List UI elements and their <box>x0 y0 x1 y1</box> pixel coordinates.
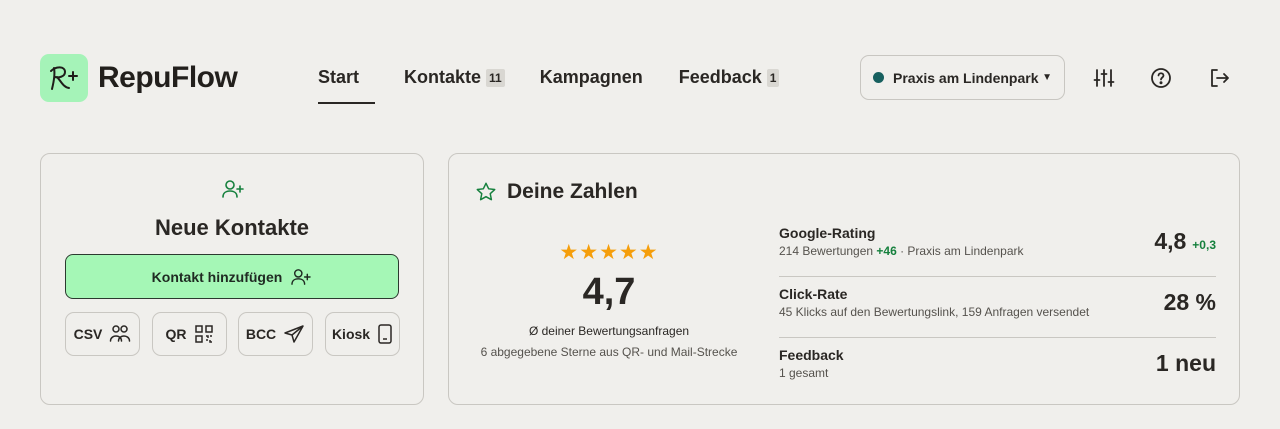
send-icon <box>284 325 304 343</box>
import-qr-button[interactable]: QR <box>152 312 227 356</box>
metrics-list: Google-Rating 214 Bewertungen +46 · Prax… <box>779 216 1216 399</box>
nav-tab-label: Kontakte <box>404 67 482 87</box>
button-label: QR <box>165 326 187 342</box>
metric-value: 1 neu <box>1156 350 1216 377</box>
count-badge: 1 <box>766 69 780 87</box>
sliders-icon[interactable] <box>1092 66 1116 90</box>
review-delta: +46 <box>876 244 897 258</box>
nav-tab-kampagnen[interactable]: Kampagnen <box>540 60 643 104</box>
tablet-icon <box>378 324 392 344</box>
button-label: CSV <box>73 326 103 342</box>
nav-tab-kontakte[interactable]: Kontakte 11 <box>404 60 505 104</box>
status-dot <box>873 72 884 83</box>
new-contacts-card: Neue Kontakte Kontakt hinzufügen CSV QR … <box>40 153 424 405</box>
script-r-sparkle-icon <box>40 54 88 102</box>
metric-sub: 1 gesamt <box>779 366 829 380</box>
stats-card: Deine Zahlen ★★★★★ 4,7 Ø deiner Bewertun… <box>448 153 1240 405</box>
nav-tab-label: Start <box>318 67 360 87</box>
card-title: Deine Zahlen <box>475 180 638 204</box>
kiosk-mode-button[interactable]: Kiosk <box>325 312 400 356</box>
practice-select[interactable]: Praxis am Lindenpark ▼ <box>860 55 1065 100</box>
metric-label: Google-Rating <box>779 225 876 241</box>
import-csv-button[interactable]: CSV <box>65 312 140 356</box>
metric-value: 28 % <box>1164 289 1216 316</box>
import-bcc-button[interactable]: BCC <box>238 312 313 356</box>
metric-google-rating: Google-Rating 214 Bewertungen +46 · Prax… <box>779 216 1216 277</box>
add-user-icon <box>221 179 245 204</box>
metric-value-text: 4,8 <box>1154 228 1187 254</box>
caret-down-icon: ▼ <box>1042 72 1052 83</box>
metric-sub-text: 214 Bewertungen <box>779 244 877 258</box>
average-rating: ★★★★★ 4,7 Ø deiner Bewertungsanfragen 6 … <box>449 241 769 360</box>
nav-tab-label: Feedback <box>678 67 762 87</box>
metric-sub: 214 Bewertungen +46 · Praxis am Lindenpa… <box>779 244 1024 258</box>
metric-sub: 45 Klicks auf den Bewertungslink, 159 An… <box>779 305 1090 319</box>
practice-select-value: Praxis am Lindenpark <box>893 69 1039 86</box>
average-sub: 6 abgegebene Sterne aus QR- und Mail-Str… <box>480 345 738 359</box>
rating-delta: +0,3 <box>1192 238 1216 252</box>
users-icon <box>110 325 131 342</box>
count-badge: 11 <box>486 69 505 87</box>
card-title: Neue Kontakte <box>154 215 310 240</box>
qr-code-icon <box>194 325 213 343</box>
metric-value-text: 28 % <box>1163 289 1216 315</box>
app-logo[interactable]: RepuFlow <box>40 54 238 102</box>
button-label: Kontakt hinzufügen <box>151 268 283 285</box>
star-rating: ★★★★★ <box>559 241 659 264</box>
button-label: Kiosk <box>331 326 371 342</box>
add-user-icon <box>291 268 312 285</box>
metric-label: Feedback <box>779 347 844 363</box>
metric-sub-text: · Praxis am Lindenpark <box>896 244 1024 258</box>
main-nav: Start Kontakte 11 Kampagnen Feedback 1 <box>318 60 780 104</box>
app-name: RepuFlow <box>98 61 238 94</box>
average-value: 4,7 <box>582 271 636 313</box>
nav-tab-feedback[interactable]: Feedback 1 <box>679 60 780 104</box>
add-contact-button[interactable]: Kontakt hinzufügen <box>65 254 399 299</box>
nav-tab-start[interactable]: Start <box>318 60 375 104</box>
metric-label: Click-Rate <box>779 286 848 302</box>
logout-icon[interactable] <box>1207 66 1231 90</box>
metric-value: 4,8 +0,3 <box>1154 228 1216 255</box>
nav-tab-label: Kampagnen <box>539 67 643 87</box>
star-outline-icon <box>476 182 496 201</box>
metric-value-text: 1 neu <box>1155 350 1216 376</box>
metric-click-rate: Click-Rate 45 Klicks auf den Bewertungsl… <box>779 277 1216 338</box>
help-icon[interactable] <box>1149 66 1173 90</box>
card-title-text: Deine Zahlen <box>507 180 638 203</box>
metric-feedback[interactable]: Feedback 1 gesamt 1 neu <box>779 338 1216 399</box>
button-label: BCC <box>245 326 277 342</box>
average-label: Ø deiner Bewertungsanfragen <box>528 324 690 338</box>
